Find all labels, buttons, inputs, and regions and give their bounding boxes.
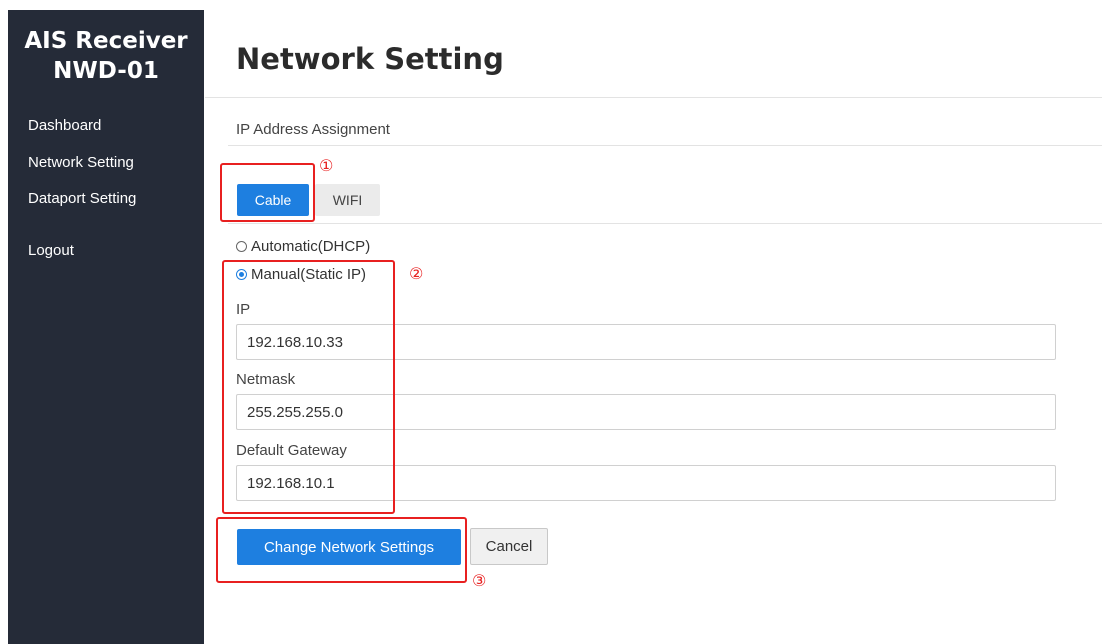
radio-dhcp[interactable]: Automatic(DHCP) bbox=[236, 238, 370, 255]
sidebar-item-logout[interactable]: Logout bbox=[28, 242, 74, 259]
annotation-number-1: ① bbox=[319, 156, 334, 175]
annotation-number-2: ② bbox=[409, 264, 424, 283]
annotation-box-2 bbox=[222, 260, 395, 514]
radio-dhcp-label: Automatic(DHCP) bbox=[251, 238, 371, 255]
sidebar-item-network-setting[interactable]: Network Setting bbox=[28, 154, 134, 171]
annotation-number-3: ③ bbox=[472, 571, 487, 590]
sidebar-item-dataport-setting[interactable]: Dataport Setting bbox=[28, 190, 136, 207]
section-label: IP Address Assignment bbox=[236, 121, 390, 138]
app-brand: AIS Receiver NWD-01 bbox=[8, 26, 204, 86]
tabs-divider bbox=[228, 223, 1102, 224]
cancel-button[interactable]: Cancel bbox=[470, 528, 548, 565]
brand-model: NWD-01 bbox=[53, 58, 159, 84]
tab-wifi[interactable]: WIFI bbox=[315, 184, 380, 216]
sidebar: AIS Receiver NWD-01 Dashboard Network Se… bbox=[8, 10, 204, 644]
radio-unchecked-icon[interactable] bbox=[236, 241, 247, 252]
annotation-box-3 bbox=[216, 517, 467, 583]
annotation-box-1 bbox=[220, 163, 315, 222]
brand-title: AIS Receiver bbox=[24, 28, 188, 54]
sidebar-item-dashboard[interactable]: Dashboard bbox=[28, 117, 101, 134]
page-title: Network Setting bbox=[236, 42, 504, 76]
page: AIS Receiver NWD-01 Dashboard Network Se… bbox=[0, 0, 1102, 644]
section-divider bbox=[228, 145, 1102, 146]
title-divider bbox=[205, 97, 1102, 98]
